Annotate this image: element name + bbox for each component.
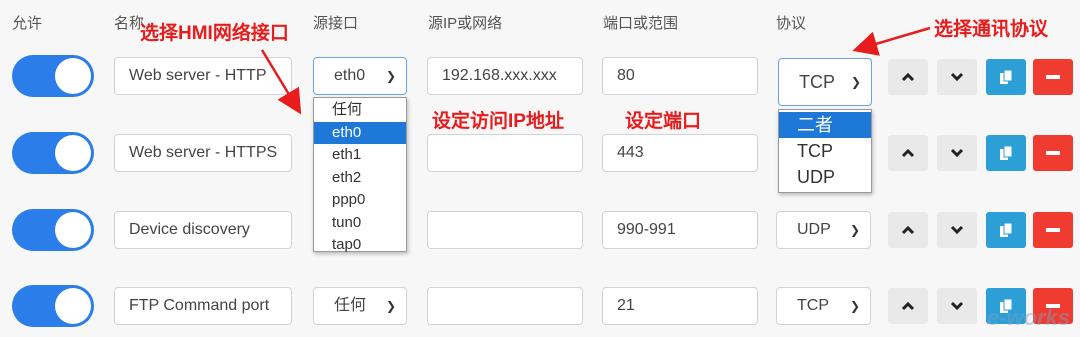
- arrow-to-interface: [260, 49, 302, 115]
- annotation-set-ip: 设定访问IP地址: [432, 111, 564, 132]
- annotation-choose-interface: 选择HMI网络接口: [140, 23, 289, 44]
- annotation-choose-protocol: 选择通讯协议: [934, 19, 1049, 40]
- watermark-logo: e-works: [986, 305, 1070, 330]
- annotation-set-port: 设定端口: [625, 111, 702, 132]
- annotation-arrows: [260, 26, 931, 115]
- arrow-to-protocol: [852, 26, 931, 56]
